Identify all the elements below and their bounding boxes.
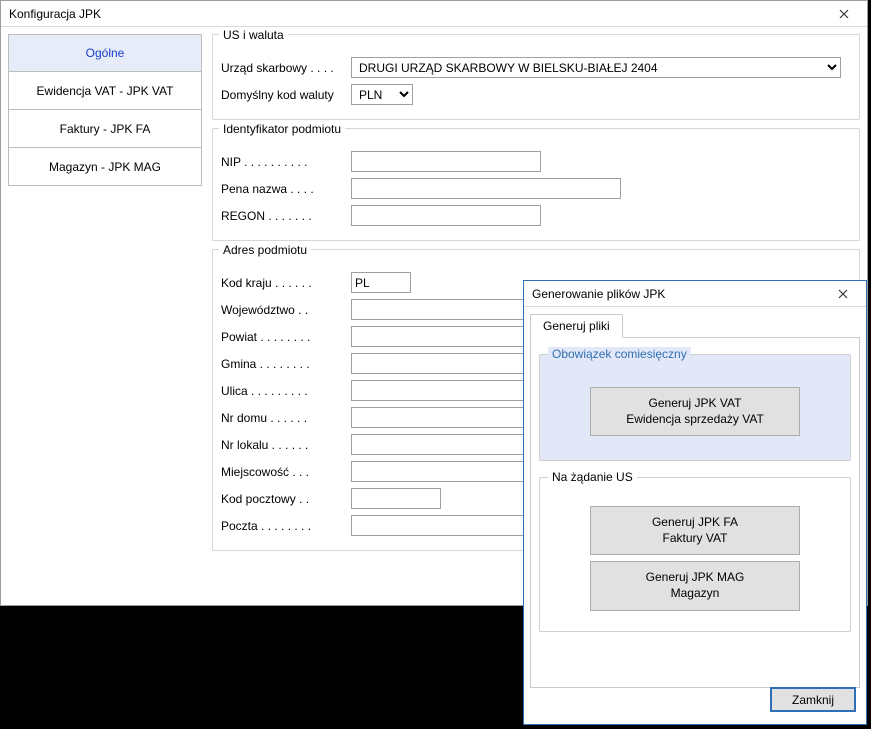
sidebar: Ogólne Ewidencja VAT - JPK VAT Faktury -…	[8, 34, 202, 186]
urzad-skarbowy-label: Urząd skarbowy . . . .	[221, 61, 351, 75]
generate-jpk-vat-button[interactable]: Generuj JPK VAT Ewidencja sprzedaży VAT	[590, 387, 800, 436]
nrlokalu-input[interactable]	[351, 434, 549, 455]
gmina-input[interactable]	[351, 353, 549, 374]
powiat-input[interactable]	[351, 326, 549, 347]
modal-window: Generowanie plików JPK Generuj pliki Obo…	[523, 280, 867, 725]
group-legend: Identyfikator podmiotu	[219, 122, 345, 136]
sidebar-item-ewidencja-vat[interactable]: Ewidencja VAT - JPK VAT	[8, 72, 202, 110]
button-label: Generuj JPK FA Faktury VAT	[652, 515, 738, 545]
miejsc-label: Miejscowość . . .	[221, 465, 351, 479]
nazwa-input[interactable]	[351, 178, 621, 199]
ulica-input[interactable]	[351, 380, 549, 401]
poczta-label: Poczta . . . . . . . .	[221, 519, 351, 533]
miejsc-input[interactable]	[351, 461, 549, 482]
tab-label: Generuj pliki	[543, 319, 610, 333]
nrdomu-label: Nr domu . . . . . .	[221, 411, 351, 425]
titlebar: Konfiguracja JPK	[1, 1, 867, 27]
sidebar-item-label: Magazyn - JPK MAG	[49, 160, 161, 174]
zamknij-button[interactable]: Zamknij	[770, 687, 856, 712]
woj-label: Województwo . .	[221, 303, 351, 317]
generate-jpk-mag-button[interactable]: Generuj JPK MAG Magazyn	[590, 561, 800, 610]
sidebar-item-label: Ogólne	[86, 46, 125, 60]
kraj-label: Kod kraju . . . . . .	[221, 276, 351, 290]
generate-jpk-fa-button[interactable]: Generuj JPK FA Faktury VAT	[590, 506, 800, 555]
group-monthly: Obowiązek comiesięczny Generuj JPK VAT E…	[539, 354, 851, 461]
regon-input[interactable]	[351, 205, 541, 226]
waluta-label: Domyślny kod waluty	[221, 88, 351, 102]
sidebar-item-label: Ewidencja VAT - JPK VAT	[37, 84, 174, 98]
urzad-skarbowy-select[interactable]: DRUGI URZĄD SKARBOWY W BIELSKU-BIAŁEJ 24…	[351, 57, 841, 78]
group-legend: Obowiązek comiesięczny	[548, 347, 691, 361]
button-label: Generuj JPK VAT Ewidencja sprzedaży VAT	[626, 396, 764, 426]
poczta-input[interactable]	[351, 515, 549, 536]
nrlokalu-label: Nr lokalu . . . . . .	[221, 438, 351, 452]
modal-footer: Zamknij	[770, 687, 856, 712]
group-ondemand: Na żądanie US Generuj JPK FA Faktury VAT…	[539, 477, 851, 631]
tab-generuj-pliki[interactable]: Generuj pliki	[530, 314, 623, 338]
woj-input[interactable]	[351, 299, 549, 320]
sidebar-item-magazyn[interactable]: Magazyn - JPK MAG	[8, 148, 202, 186]
group-legend: US i waluta	[219, 28, 288, 42]
kod-label: Kod pocztowy . .	[221, 492, 351, 506]
window-title: Konfiguracja JPK	[9, 7, 101, 21]
kod-input[interactable]	[351, 488, 441, 509]
modal-title: Generowanie plików JPK	[532, 287, 665, 301]
ulica-label: Ulica . . . . . . . . .	[221, 384, 351, 398]
close-icon[interactable]	[827, 4, 861, 24]
tab-content: Obowiązek comiesięczny Generuj JPK VAT E…	[530, 338, 860, 688]
nip-label: NIP . . . . . . . . . .	[221, 155, 351, 169]
powiat-label: Powiat . . . . . . . .	[221, 330, 351, 344]
modal-body: Generuj pliki Obowiązek comiesięczny Gen…	[524, 307, 866, 694]
waluta-select[interactable]: PLN	[351, 84, 413, 105]
group-us-waluta: US i waluta Urząd skarbowy . . . . DRUGI…	[212, 34, 860, 120]
button-label: Generuj JPK MAG Magazyn	[646, 570, 745, 600]
modal-titlebar: Generowanie plików JPK	[524, 281, 866, 307]
button-label: Zamknij	[792, 693, 834, 707]
group-identyfikator: Identyfikator podmiotu NIP . . . . . . .…	[212, 128, 860, 241]
kraj-input[interactable]	[351, 272, 411, 293]
gmina-label: Gmina . . . . . . . .	[221, 357, 351, 371]
nip-input[interactable]	[351, 151, 541, 172]
nrdomu-input[interactable]	[351, 407, 549, 428]
group-legend: Adres podmiotu	[219, 243, 311, 257]
sidebar-item-label: Faktury - JPK FA	[60, 122, 151, 136]
sidebar-item-ogolne[interactable]: Ogólne	[8, 34, 202, 72]
nazwa-label: Pena nazwa . . . .	[221, 182, 351, 196]
group-legend: Na żądanie US	[548, 470, 637, 484]
regon-label: REGON . . . . . . .	[221, 209, 351, 223]
sidebar-item-faktury[interactable]: Faktury - JPK FA	[8, 110, 202, 148]
tab-strip: Generuj pliki	[530, 313, 860, 338]
close-icon[interactable]	[826, 284, 860, 304]
